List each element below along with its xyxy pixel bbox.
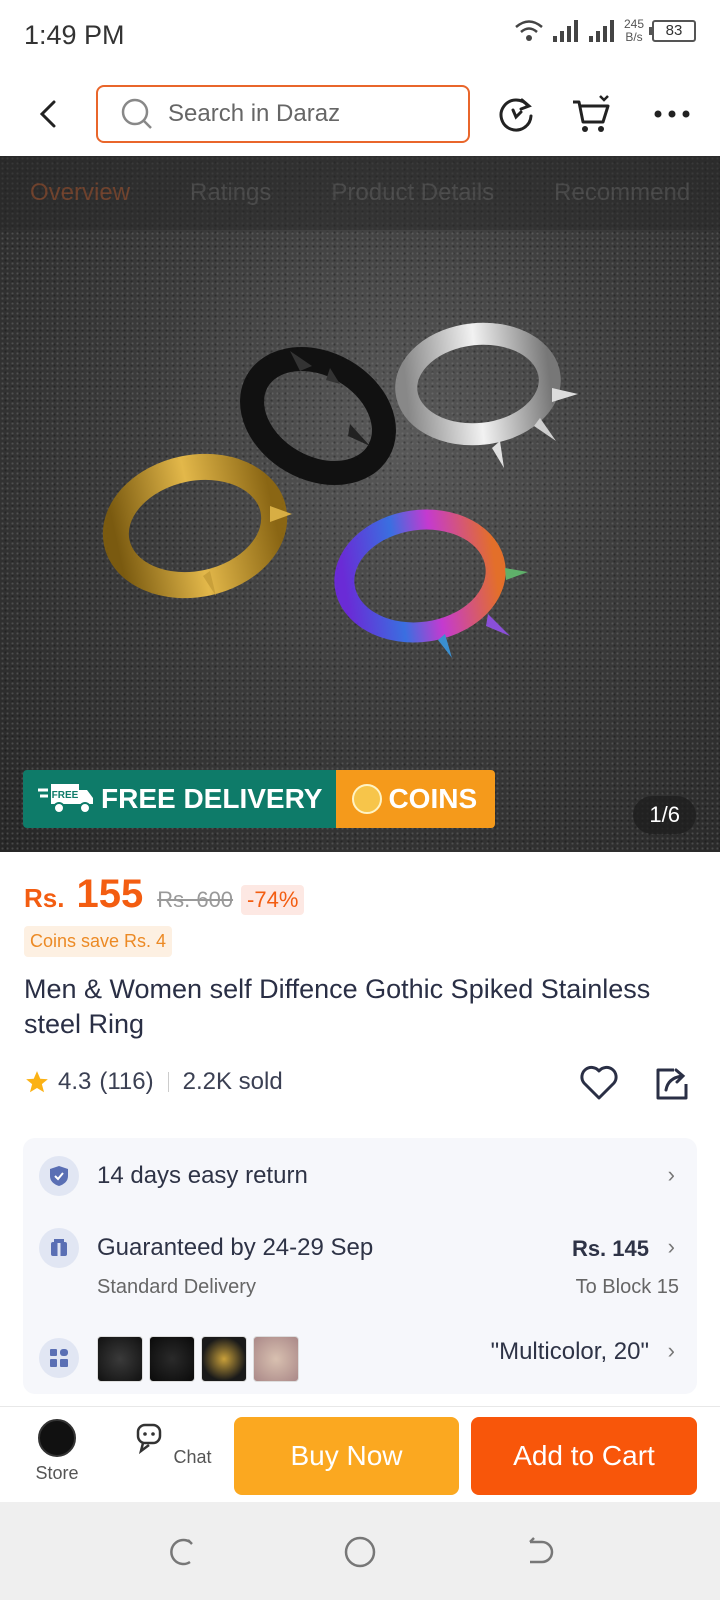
divider xyxy=(167,1072,169,1092)
store-logo-icon xyxy=(38,1419,76,1457)
home-icon[interactable] xyxy=(340,1532,380,1572)
recent-apps-icon[interactable] xyxy=(160,1532,200,1572)
battery-icon: 83 xyxy=(649,20,696,42)
buy-now-button[interactable]: Buy Now xyxy=(234,1417,459,1495)
shipping-price: Rs. 145 xyxy=(571,1236,649,1261)
tab-product-details[interactable]: Product Details xyxy=(331,179,494,207)
back-icon[interactable] xyxy=(30,96,66,132)
free-badge-text: FREE xyxy=(52,790,79,801)
network-speed: 245 B/s xyxy=(624,18,644,44)
selected-variant[interactable]: "Multicolor, 20" xyxy=(491,1338,649,1366)
more-icon[interactable] xyxy=(650,92,694,136)
variant-thumbnail[interactable] xyxy=(201,1336,247,1382)
system-navigation-bar xyxy=(0,1502,720,1600)
search-icon xyxy=(121,98,152,129)
rating-row[interactable]: 4.3 (116) 2.2K sold xyxy=(24,1068,283,1096)
rating-value: 4.3 xyxy=(58,1068,92,1095)
image-page-counter: 1/6 xyxy=(633,796,696,834)
top-nav xyxy=(0,72,720,156)
add-to-cart-button[interactable]: Add to Cart xyxy=(471,1417,697,1495)
price-currency: Rs. xyxy=(24,883,65,913)
coin-icon xyxy=(352,784,383,814)
status-bar: 1:49 PM 245 B/s 83 xyxy=(0,0,720,72)
history-icon[interactable] xyxy=(494,92,538,136)
search-input[interactable] xyxy=(168,100,448,128)
star-icon xyxy=(26,1071,48,1093)
price-row: Rs. 155 Rs. 600 -74% xyxy=(24,872,305,917)
product-image-gallery[interactable]: Overview Ratings Product Details Recomme… xyxy=(0,156,720,852)
coins-save-badge: Coins save Rs. 4 xyxy=(24,926,173,957)
signal-icon xyxy=(588,20,614,42)
discount-badge: -74% xyxy=(241,885,305,915)
store-label: Store xyxy=(35,1463,79,1483)
product-title: Men & Women self Diffence Gothic Spiked … xyxy=(24,974,651,1039)
heart-icon[interactable] xyxy=(578,1062,620,1104)
shield-icon xyxy=(39,1156,79,1196)
product-image xyxy=(102,322,578,658)
coins-badge: COINS xyxy=(336,770,496,828)
variant-thumbnail[interactable] xyxy=(149,1336,195,1382)
return-policy-text[interactable]: 14 days easy return xyxy=(97,1162,308,1190)
section-tabs: Overview Ratings Product Details Recomme… xyxy=(0,156,720,230)
signal-icon xyxy=(552,20,578,42)
store-button[interactable]: Store xyxy=(12,1419,102,1484)
info-card: 14 days easy return › Guaranteed by 24-2… xyxy=(23,1138,697,1394)
cart-icon[interactable] xyxy=(570,92,614,136)
delivery-type: Standard Delivery xyxy=(97,1276,256,1298)
variants-icon xyxy=(39,1338,79,1378)
status-icons: 245 B/s 83 xyxy=(514,18,696,44)
coins-text: COINS xyxy=(388,783,478,814)
delivery-truck-icon: FREE xyxy=(38,784,93,814)
variant-thumbnail[interactable] xyxy=(253,1336,299,1382)
delivery-box-icon xyxy=(39,1228,79,1268)
share-icon[interactable] xyxy=(652,1064,692,1104)
search-box[interactable] xyxy=(96,85,470,143)
price-value: 155 xyxy=(76,872,144,916)
delivery-guarantee-text[interactable]: Guaranteed by 24-29 Sep xyxy=(97,1234,373,1262)
promo-banner: FREE FREE DELIVERY COINS xyxy=(23,770,496,828)
tab-recommend[interactable]: Recommend xyxy=(554,179,690,207)
tab-ratings[interactable]: Ratings xyxy=(190,179,271,207)
wifi-icon xyxy=(515,20,543,41)
free-delivery-text: FREE DELIVERY xyxy=(101,783,323,814)
chevron-right-icon[interactable]: › xyxy=(668,1338,675,1364)
free-delivery-badge: FREE FREE DELIVERY xyxy=(23,770,337,828)
back-nav-icon[interactable] xyxy=(520,1532,560,1572)
rating-count: (116) xyxy=(99,1068,154,1095)
chat-label: Chat xyxy=(173,1447,212,1467)
original-price: Rs. 600 xyxy=(157,887,234,912)
sold-count: 2.2K sold xyxy=(182,1068,283,1095)
chat-button[interactable]: Chat xyxy=(126,1419,216,1468)
chevron-right-icon[interactable]: › xyxy=(668,1234,675,1260)
chat-icon xyxy=(137,1423,162,1455)
variant-thumbnail[interactable] xyxy=(97,1336,143,1382)
network-speed-unit: B/s xyxy=(625,30,643,44)
bottom-action-bar: Store Chat Buy Now Add to Cart xyxy=(0,1406,720,1502)
status-time: 1:49 PM xyxy=(24,20,125,50)
tab-overview[interactable]: Overview xyxy=(30,179,130,207)
chevron-right-icon[interactable]: › xyxy=(668,1162,675,1188)
shipping-destination: To Block 15 xyxy=(575,1276,679,1298)
